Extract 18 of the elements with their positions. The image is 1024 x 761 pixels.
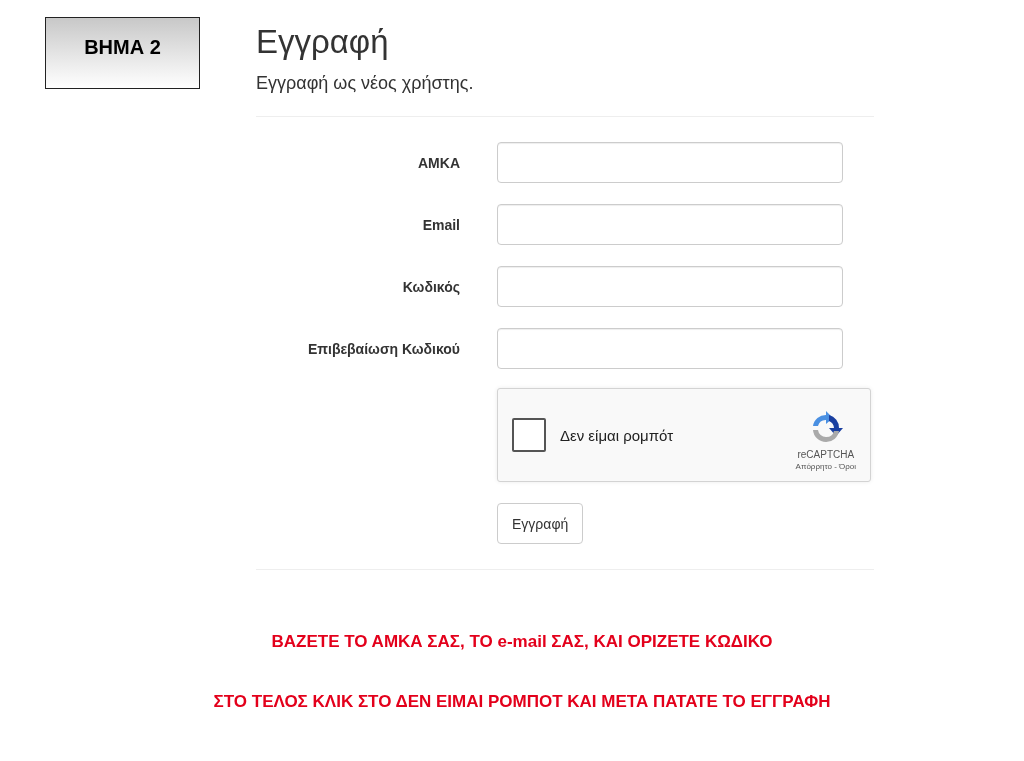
captcha-label: Δεν είμαι ρομπότ bbox=[560, 426, 675, 444]
instruction-text: ΒΑΖΕΤΕ ΤΟ ΑΜΚΑ ΣΑΣ, ΤΟ e-mail ΣΑΣ, ΚΑΙ ΟΡΙΖΕΤΕ ΚΩΔΙΚΟ bbox=[271, 632, 773, 652]
field-label: Email bbox=[421, 216, 460, 233]
field-label: ΑΜΚΑ bbox=[417, 154, 460, 171]
captcha-links[interactable]: Απόρρητο - Όροι bbox=[795, 462, 856, 471]
captcha-checkbox[interactable] bbox=[512, 418, 546, 452]
input-field[interactable] bbox=[497, 142, 843, 183]
field-label: Επιβεβαίωση Κωδικού bbox=[306, 340, 460, 357]
page-title: Εγγραφή bbox=[256, 23, 390, 61]
input-field[interactable] bbox=[497, 328, 843, 369]
field-label: Κωδικός bbox=[401, 278, 460, 295]
input-field[interactable] bbox=[497, 266, 843, 307]
input-field[interactable] bbox=[497, 204, 843, 245]
register-button[interactable]: Εγγραφή bbox=[497, 503, 584, 544]
captcha-brand: reCAPTCHA bbox=[797, 449, 855, 460]
step-label: ΒΗΜΑ 2 bbox=[45, 17, 200, 89]
page-subtitle: Εγγραφή ως νέος χρήστης. bbox=[256, 73, 475, 94]
instruction-text: ΣΤΟ ΤΕΛΟΣ ΚΛΙΚ ΣΤΟ ΔΕΝ ΕΙΜΑΙ ΡΟΜΠΟΤ ΚΑΙ ΜΕΤΑ ΠΑΤΑΤΕ ΤΟ ΕΓΓΡΑΦΗ bbox=[213, 692, 831, 712]
